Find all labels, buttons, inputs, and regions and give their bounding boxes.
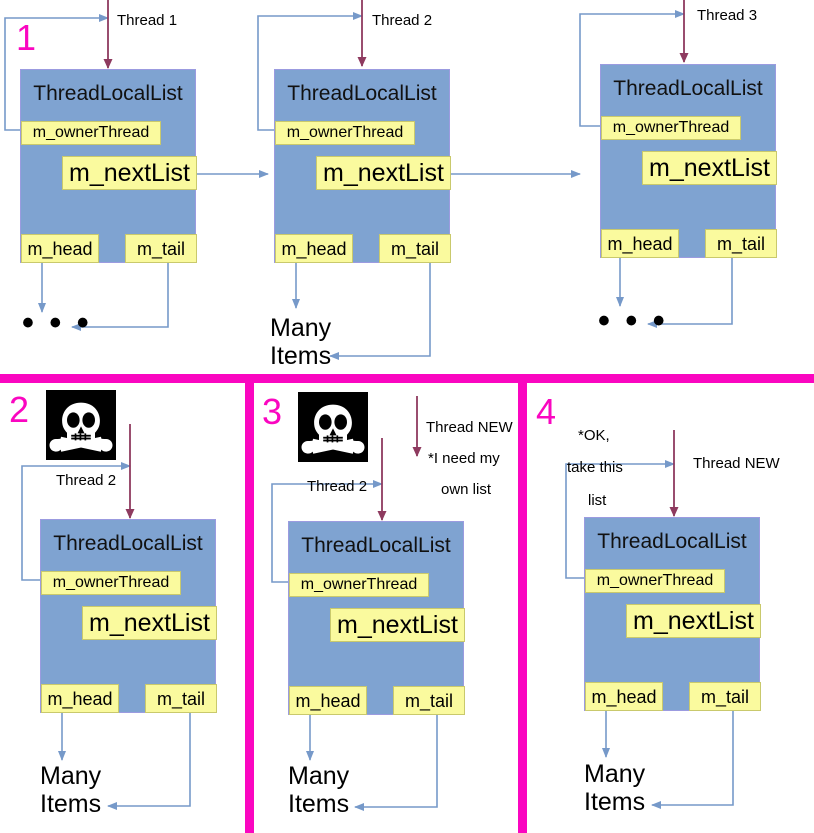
divider-vertical-left	[245, 374, 254, 833]
thread-label-1: Thread 1	[117, 12, 178, 29]
field-m-head: m_head	[41, 684, 119, 713]
struct-title: ThreadLocalList	[597, 530, 747, 553]
struct-title: ThreadLocalList	[53, 532, 203, 555]
field-m-tail: m_tail	[705, 229, 777, 258]
struct-box-panel-3: ThreadLocalList m_ownerThread m_nextList…	[288, 521, 465, 715]
field-m-tail: m_tail	[689, 682, 761, 711]
note-line-1-panel-3: *I need my	[428, 450, 500, 467]
struct-title: ThreadLocalList	[287, 82, 437, 105]
note-line-1-panel-4: *OK,	[578, 427, 610, 444]
field-m-next-list: m_nextList	[330, 608, 465, 642]
field-m-owner-thread: m_ownerThread	[275, 121, 415, 145]
field-m-head: m_head	[585, 682, 663, 711]
struct-title: ThreadLocalList	[613, 77, 763, 100]
field-m-head: m_head	[275, 234, 353, 263]
field-m-next-list: m_nextList	[316, 156, 451, 190]
panel-number-2: 2	[9, 389, 30, 430]
struct-title: ThreadLocalList	[33, 82, 183, 105]
diagram-canvas: 1 ThreadLocalList m_ownerThread m_nextLi…	[0, 0, 814, 833]
panel-number-4: 4	[536, 391, 557, 432]
note-line-3-panel-4: list	[588, 492, 607, 509]
field-m-owner-thread: m_ownerThread	[21, 121, 161, 145]
field-m-head: m_head	[289, 686, 367, 715]
many-items-line-1: Many	[270, 314, 332, 342]
many-items-line-2: Items	[288, 790, 350, 818]
new-thread-label-panel-4: Thread NEW	[693, 455, 780, 472]
note-line-2-panel-4: take this	[567, 459, 623, 476]
thread-label-panel-3: Thread 2	[307, 478, 368, 495]
field-m-next-list: m_nextList	[82, 606, 217, 640]
many-items-line-1: Many	[584, 760, 646, 788]
ellipsis-node-1: • • •	[22, 304, 92, 342]
many-items-line-2: Items	[584, 788, 646, 816]
many-items-panel-2: Many Items	[40, 762, 101, 818]
ellipsis-node-3: • • •	[598, 302, 668, 340]
struct-title: ThreadLocalList	[301, 534, 451, 557]
thread-label-panel-2: Thread 2	[56, 472, 117, 489]
new-thread-label-panel-3: Thread NEW	[426, 419, 513, 436]
many-items-panel-4: Many Items	[584, 760, 645, 816]
field-m-tail: m_tail	[125, 234, 197, 263]
many-items-panel-3: Many Items	[288, 762, 349, 818]
note-line-2-panel-3: own list	[441, 481, 492, 498]
skull-and-crossbones-icon	[298, 392, 368, 462]
thread-label-3: Thread 3	[697, 7, 758, 24]
field-m-next-list: m_nextList	[626, 604, 761, 638]
many-items-node-2: Many Items	[270, 314, 331, 370]
struct-box-node-3: ThreadLocalList m_ownerThread m_nextList…	[600, 64, 777, 258]
field-m-tail: m_tail	[393, 686, 465, 715]
field-m-owner-thread: m_ownerThread	[289, 573, 429, 597]
field-m-owner-thread: m_ownerThread	[41, 571, 181, 595]
field-m-tail: m_tail	[379, 234, 451, 263]
many-items-line-2: Items	[270, 342, 332, 370]
field-m-owner-thread: m_ownerThread	[601, 116, 741, 140]
field-m-tail: m_tail	[145, 684, 217, 713]
thread-label-2: Thread 2	[372, 12, 433, 29]
many-items-line-1: Many	[40, 762, 102, 790]
many-items-line-1: Many	[288, 762, 350, 790]
field-m-head: m_head	[21, 234, 99, 263]
many-items-line-2: Items	[40, 790, 102, 818]
panel-number-1: 1	[16, 17, 37, 58]
panel-number-3: 3	[262, 391, 283, 432]
struct-box-node-1: ThreadLocalList m_ownerThread m_nextList…	[20, 69, 197, 263]
field-m-next-list: m_nextList	[62, 156, 197, 190]
field-m-next-list: m_nextList	[642, 151, 777, 185]
struct-box-panel-2: ThreadLocalList m_ownerThread m_nextList…	[40, 519, 217, 713]
struct-box-panel-4: ThreadLocalList m_ownerThread m_nextList…	[584, 517, 761, 711]
field-m-head: m_head	[601, 229, 679, 258]
divider-vertical-right	[518, 374, 527, 833]
divider-horizontal	[0, 374, 814, 383]
field-m-owner-thread: m_ownerThread	[585, 569, 725, 593]
skull-and-crossbones-icon	[46, 390, 116, 460]
struct-box-node-2: ThreadLocalList m_ownerThread m_nextList…	[274, 69, 451, 263]
